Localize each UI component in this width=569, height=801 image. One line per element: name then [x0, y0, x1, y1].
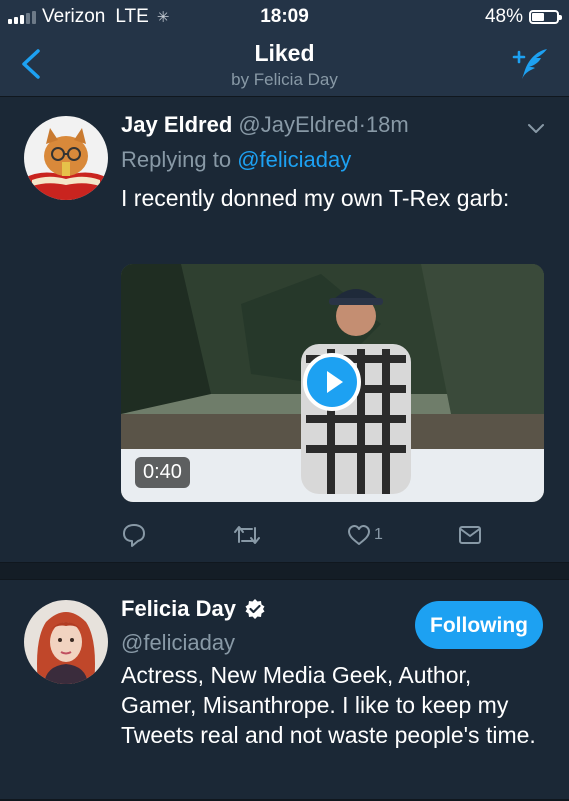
page-title: Liked [254, 40, 315, 66]
video-duration: 0:40 [135, 457, 190, 488]
direct-message-button[interactable] [457, 521, 483, 549]
reply-icon [123, 524, 145, 547]
tweet-card[interactable]: Jay Eldred @JayEldred·18m Replying to @f… [0, 97, 569, 563]
page-subtitle: by Felicia Day [231, 70, 338, 89]
nav-bar: Liked by Felicia Day [0, 34, 569, 97]
time-separator: · [358, 112, 366, 137]
chevron-down-icon[interactable] [527, 123, 545, 135]
profile-name-row: Felicia Day [121, 596, 266, 622]
retweet-icon [234, 526, 260, 544]
avatar[interactable] [24, 116, 108, 200]
section-separator [0, 563, 569, 579]
status-right: 48% [484, 6, 562, 28]
battery-icon [529, 10, 562, 24]
video-player[interactable]: 0:40 [121, 264, 544, 502]
reply-prefix: Replying to [121, 147, 238, 172]
direct-message-icon [459, 526, 481, 544]
following-button[interactable]: Following [415, 601, 543, 649]
user-profile-card[interactable]: Felicia Day @feliciaday Following Actres… [0, 579, 569, 801]
play-icon [327, 371, 343, 393]
avatar[interactable] [24, 600, 108, 684]
verified-badge-icon [245, 599, 265, 619]
like-icon [348, 525, 370, 545]
tweet-header: Jay Eldred @JayEldred·18m [121, 112, 409, 138]
battery-percent: 48% [484, 6, 523, 27]
retweet-button[interactable] [232, 521, 262, 549]
author-name[interactable]: Jay Eldred [121, 112, 232, 137]
compose-tweet-icon[interactable] [511, 46, 551, 82]
tweet-timestamp: 18m [365, 112, 409, 137]
author-handle[interactable]: @JayEldred [238, 112, 358, 137]
profile-bio: Actress, New Media Geek, Author, Gamer, … [121, 662, 536, 748]
tweet-text: I recently donned my own T-Rex garb: [121, 185, 510, 211]
like-count: 1 [374, 526, 383, 543]
status-bar: Verizon LTE ✳ 18:09 48% [0, 0, 569, 34]
tweet-actions: 1 [121, 521, 541, 551]
profile-handle[interactable]: @feliciaday [121, 630, 235, 656]
profile-name[interactable]: Felicia Day [121, 596, 236, 622]
clock: 18:09 [260, 6, 309, 27]
play-button[interactable] [303, 353, 361, 411]
reply-mention-link[interactable]: @feliciaday [237, 147, 351, 172]
battery-fill [532, 13, 544, 21]
like-button[interactable]: 1 [346, 521, 383, 549]
reply-context: Replying to @feliciaday [121, 147, 351, 173]
reply-button[interactable] [121, 521, 147, 549]
